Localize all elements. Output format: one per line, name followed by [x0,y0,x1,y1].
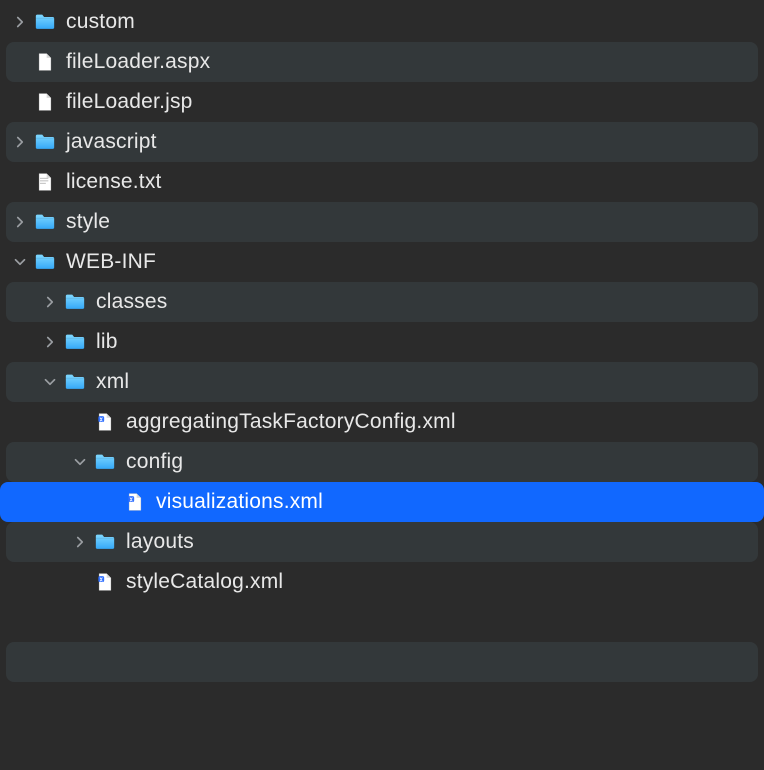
tree-item-label: style [66,210,110,234]
chevron-right-icon[interactable] [12,134,28,150]
chevron-down-icon[interactable] [42,374,58,390]
tree-row[interactable]: custom [6,2,758,42]
tree-row[interactable]: layouts [6,522,758,562]
tree-item-label: WEB-INF [66,250,156,274]
tree-item-label: javascript [66,130,157,154]
tree-row[interactable]: styleCatalog.xml [6,562,758,602]
tree-row[interactable]: fileLoader.aspx [6,42,758,82]
tree-row[interactable]: style [6,202,758,242]
arrow-placeholder [102,494,118,510]
tree-item-label: lib [96,330,118,354]
arrow-placeholder [72,574,88,590]
tree-row[interactable]: xml [6,362,758,402]
tree-item-label: config [126,450,183,474]
arrow-placeholder [12,94,28,110]
folder-icon [34,251,56,273]
empty-row [6,642,758,682]
folder-icon [64,371,86,393]
xml-file-icon [94,571,116,593]
tree-item-label: xml [96,370,129,394]
folder-icon [94,451,116,473]
chevron-right-icon[interactable] [72,534,88,550]
tree-row[interactable]: fileLoader.jsp [6,82,758,122]
tree-item-label: license.txt [66,170,162,194]
arrow-placeholder [12,174,28,190]
arrow-placeholder [72,414,88,430]
chevron-down-icon[interactable] [12,254,28,270]
chevron-right-icon[interactable] [42,334,58,350]
tree-item-label: custom [66,10,135,34]
tree-item-label: aggregatingTaskFactoryConfig.xml [126,410,456,434]
tree-row[interactable]: lib [6,322,758,362]
tree-row[interactable]: config [6,442,758,482]
chevron-right-icon[interactable] [12,214,28,230]
tree-row[interactable]: aggregatingTaskFactoryConfig.xml [6,402,758,442]
chevron-right-icon[interactable] [42,294,58,310]
text-file-icon [34,171,56,193]
folder-icon [34,211,56,233]
file-tree: custom fileLoader.aspx fileLoader.jsp javas… [0,0,764,682]
arrow-placeholder [12,54,28,70]
tree-item-label: fileLoader.aspx [66,50,210,74]
xml-file-icon [94,411,116,433]
tree-row[interactable]: javascript [6,122,758,162]
folder-icon [64,291,86,313]
file-icon [34,51,56,73]
folder-icon [94,531,116,553]
tree-row[interactable]: classes [6,282,758,322]
chevron-right-icon[interactable] [12,14,28,30]
file-icon [34,91,56,113]
tree-row[interactable]: WEB-INF [6,242,758,282]
tree-item-label: fileLoader.jsp [66,90,193,114]
chevron-down-icon[interactable] [72,454,88,470]
tree-item-label: visualizations.xml [156,490,323,514]
tree-item-label: layouts [126,530,194,554]
tree-item-label: styleCatalog.xml [126,570,283,594]
tree-row[interactable]: visualizations.xml [0,482,764,522]
xml-file-icon [124,491,146,513]
folder-icon [34,131,56,153]
tree-item-label: classes [96,290,167,314]
tree-row[interactable]: license.txt [6,162,758,202]
folder-icon [34,11,56,33]
folder-icon [64,331,86,353]
